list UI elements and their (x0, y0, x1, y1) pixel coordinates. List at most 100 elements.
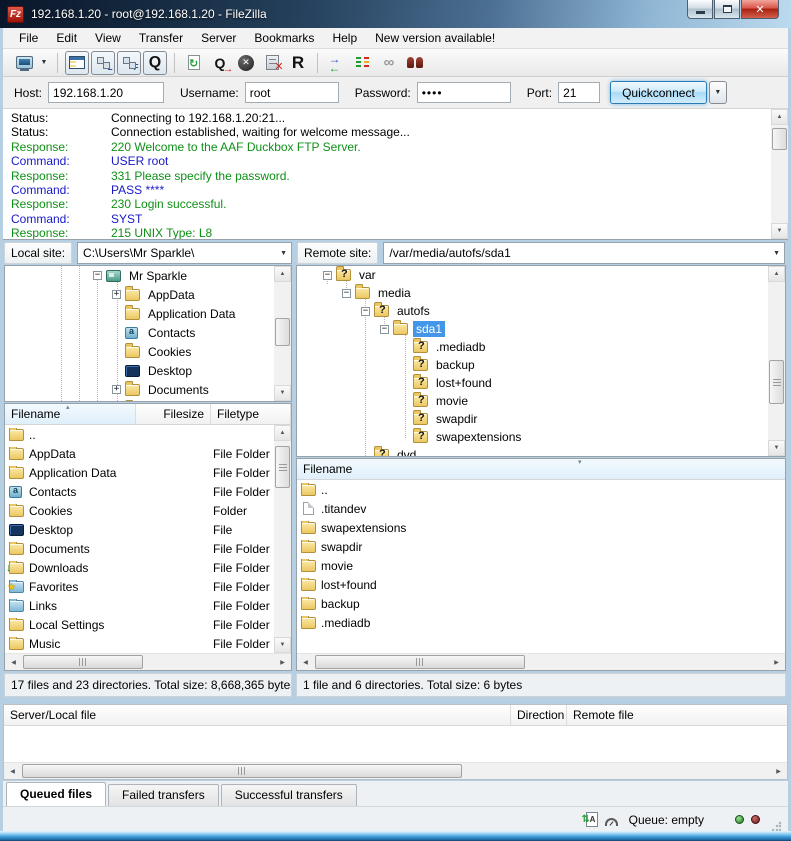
tree-item[interactable]: Mr Sparkle (5, 266, 291, 285)
tree-item[interactable]: AppData (5, 285, 291, 304)
directory-comparison-button[interactable] (325, 51, 349, 75)
file-row[interactable]: swapdir (297, 537, 785, 556)
queue-hscrollbar[interactable]: ◀ ▶ (4, 762, 787, 779)
local-list-hscrollbar-thumb[interactable] (23, 655, 143, 669)
tree-item[interactable]: Documents (5, 380, 291, 399)
scroll-down-icon[interactable]: ▼ (768, 440, 785, 456)
column-filesize[interactable]: Filesize (136, 404, 211, 424)
scroll-down-icon[interactable]: ▼ (274, 385, 291, 401)
cancel-button[interactable]: ✕ (234, 51, 258, 75)
column-direction[interactable]: Direction (511, 705, 567, 725)
scroll-left-icon[interactable]: ◀ (5, 654, 22, 670)
site-manager-dropdown[interactable]: ▼ (38, 51, 50, 75)
column-filetype[interactable]: Filetype (211, 404, 291, 424)
queue-hscrollbar-thumb[interactable] (22, 764, 462, 778)
tree-item[interactable]: movie (297, 392, 785, 410)
port-input[interactable] (558, 82, 600, 103)
minimize-button[interactable] (687, 0, 713, 19)
collapse-icon[interactable] (342, 289, 351, 298)
menu-help[interactable]: Help (323, 29, 366, 48)
file-row[interactable]: .. (5, 425, 291, 444)
reconnect-button[interactable]: R (286, 51, 310, 75)
remote-list-hscrollbar-thumb[interactable] (315, 655, 525, 669)
column-server-local-file[interactable]: Server/Local file (4, 705, 511, 725)
host-input[interactable] (48, 82, 164, 103)
toggle-local-tree-button[interactable]: L (91, 51, 115, 75)
file-row[interactable]: FavoritesFile Folder (5, 577, 291, 596)
file-row[interactable]: swapextensions (297, 518, 785, 537)
collapse-icon[interactable] (323, 271, 332, 280)
password-input[interactable] (417, 82, 511, 103)
tree-item[interactable]: Contacts (5, 323, 291, 342)
quickconnect-button[interactable]: Quickconnect (610, 81, 707, 104)
scroll-right-icon[interactable]: ▶ (274, 654, 291, 670)
file-row[interactable]: .. (297, 480, 785, 499)
file-row[interactable]: movie (297, 556, 785, 575)
tree-item[interactable]: Cookies (5, 342, 291, 361)
menu-bookmarks[interactable]: Bookmarks (245, 29, 323, 48)
menu-transfer[interactable]: Transfer (130, 29, 192, 48)
file-row[interactable]: Application DataFile Folder (5, 463, 291, 482)
file-row[interactable]: Local SettingsFile Folder (5, 615, 291, 634)
remote-tree-scrollbar-thumb[interactable] (769, 360, 784, 404)
file-row[interactable]: MusicFile Folder (5, 634, 291, 653)
scroll-up-icon[interactable]: ▲ (771, 109, 788, 125)
expand-icon[interactable] (112, 290, 121, 299)
remote-site-combo[interactable]: /var/media/autofs/sda1 (383, 242, 785, 264)
local-tree-scrollbar-thumb[interactable] (275, 318, 290, 346)
expand-icon[interactable] (112, 385, 121, 394)
collapse-icon[interactable] (380, 325, 389, 334)
tree-item[interactable]: swapextensions (297, 428, 785, 446)
log-scrollbar[interactable]: ▲ ▼ (771, 109, 788, 239)
local-tree-scrollbar[interactable]: ▲ ▼ (274, 266, 291, 401)
tab-queued-files[interactable]: Queued files (6, 782, 106, 806)
remote-list-hscrollbar[interactable]: ◀ ▶ (297, 653, 785, 670)
local-list-scrollbar-thumb[interactable] (275, 446, 290, 488)
tree-item[interactable]: Desktop (5, 361, 291, 380)
toggle-message-log-button[interactable] (65, 51, 89, 75)
file-row[interactable]: lost+found (297, 575, 785, 594)
scroll-left-icon[interactable]: ◀ (297, 654, 314, 670)
remote-tree-scrollbar[interactable]: ▲ ▼ (768, 266, 785, 456)
tree-item[interactable]: Application Data (5, 304, 291, 323)
file-row[interactable]: DownloadsFile Folder (5, 558, 291, 577)
column-filename[interactable]: ▴Filename (5, 404, 136, 424)
toggle-remote-tree-button[interactable]: F (117, 51, 141, 75)
file-row[interactable]: CookiesFolder (5, 501, 291, 520)
scroll-up-icon[interactable]: ▲ (768, 266, 785, 282)
local-list-scrollbar[interactable]: ▲ ▼ (274, 425, 291, 653)
menu-new-version[interactable]: New version available! (366, 29, 504, 48)
transfer-type-icon[interactable] (586, 812, 598, 827)
tree-item[interactable]: .mediadb (297, 338, 785, 356)
tree-item[interactable]: var (297, 266, 785, 284)
scroll-down-icon[interactable]: ▼ (274, 637, 291, 653)
collapse-icon[interactable] (361, 307, 370, 316)
log-scrollbar-thumb[interactable] (772, 128, 787, 150)
refresh-button[interactable] (182, 51, 206, 75)
filename-filters-button[interactable]: ∞ (377, 51, 401, 75)
file-row[interactable]: DocumentsFile Folder (5, 539, 291, 558)
title-bar[interactable]: Fz 192.168.1.20 - root@192.168.1.20 - Fi… (0, 0, 791, 28)
scroll-right-icon[interactable]: ▶ (768, 654, 785, 670)
close-button[interactable]: ✕ (741, 0, 779, 19)
tree-item[interactable]: Downloads (5, 399, 291, 402)
file-row[interactable]: DesktopFile (5, 520, 291, 539)
site-manager-button[interactable] (12, 51, 36, 75)
toggle-queue-button[interactable]: Q (143, 51, 167, 75)
scroll-right-icon[interactable]: ▶ (770, 763, 787, 779)
tree-item[interactable]: lost+found (297, 374, 785, 392)
tree-item[interactable]: media (297, 284, 785, 302)
quickconnect-dropdown[interactable]: ▼ (709, 81, 727, 104)
process-queue-button[interactable]: Q (208, 51, 232, 75)
speed-limits-icon[interactable] (605, 818, 618, 826)
maximize-button[interactable] (714, 0, 740, 19)
column-remote-file[interactable]: Remote file (567, 705, 787, 725)
collapse-icon[interactable] (93, 271, 102, 280)
file-row[interactable]: LinksFile Folder (5, 596, 291, 615)
menu-server[interactable]: Server (192, 29, 245, 48)
tree-item[interactable]: autofs (297, 302, 785, 320)
tab-failed-transfers[interactable]: Failed transfers (108, 784, 219, 806)
tree-item[interactable]: dvd (297, 446, 785, 457)
tree-item[interactable]: backup (297, 356, 785, 374)
file-row[interactable]: .mediadb (297, 613, 785, 632)
